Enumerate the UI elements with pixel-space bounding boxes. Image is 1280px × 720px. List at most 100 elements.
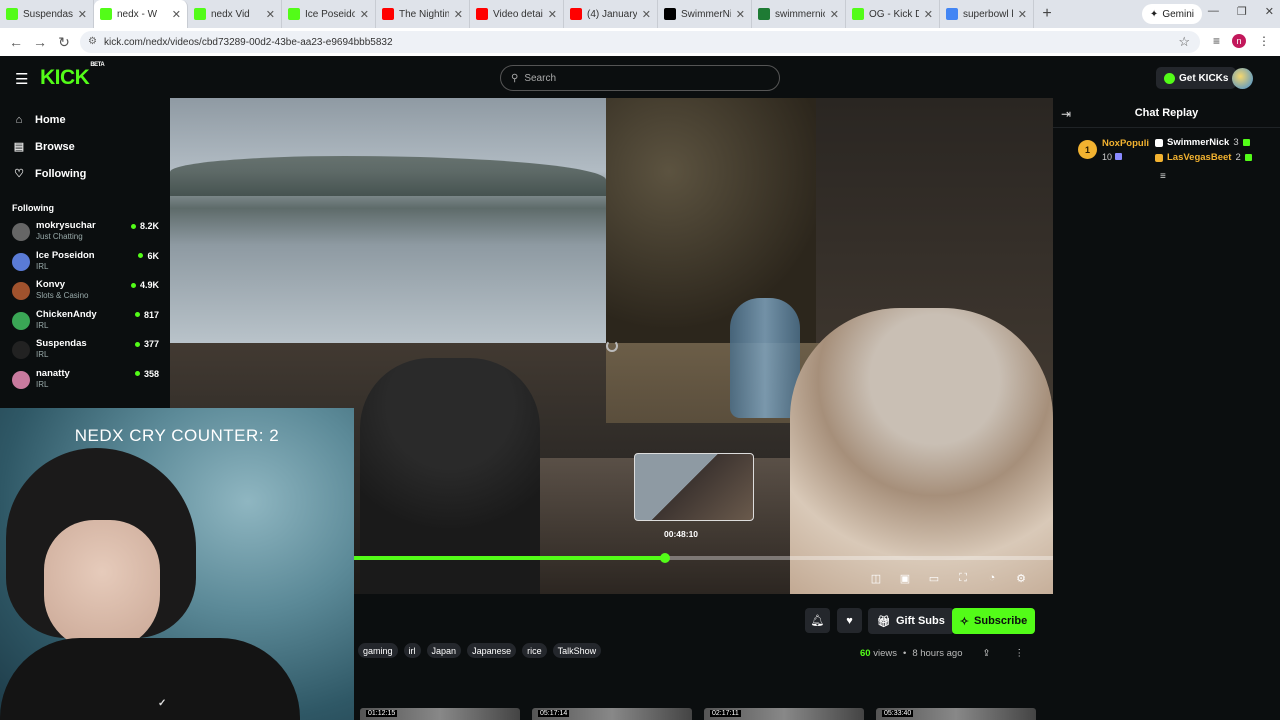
notification-bell-button[interactable]: 🔔︎: [805, 608, 830, 633]
gifter-row[interactable]: LasVegasBeet 2: [1155, 152, 1252, 163]
search-input[interactable]: ⚲ Search: [500, 65, 780, 91]
sidebar-item-browse[interactable]: ▤ Browse: [0, 133, 170, 160]
sidebar: ⌂ Home ▤ Browse ♡ Following Following mokrysu…: [0, 98, 170, 408]
browser-tab[interactable]: SwimmerNick ✕: [658, 0, 752, 28]
related-video-thumbnail[interactable]: 02:17:11: [704, 708, 864, 720]
forward-icon[interactable]: →: [28, 34, 52, 50]
get-kicks-label: Get KICKs: [1179, 72, 1229, 84]
video-duration: 01:12:15: [366, 710, 398, 717]
video-scene-person-right: [790, 308, 1053, 594]
new-tab-button[interactable]: +: [1034, 5, 1060, 23]
following-channel[interactable]: ChickenAndy IRL 817: [0, 306, 170, 336]
window-controls: — ❐ ✕: [1208, 5, 1274, 18]
get-kicks-button[interactable]: Get KICKs: [1156, 67, 1237, 89]
browser-tab[interactable]: superbowl ki ✕: [940, 0, 1034, 28]
sidebar-item-home[interactable]: ⌂ Home: [0, 106, 170, 133]
tab-favicon-icon: [570, 8, 582, 20]
site-info-icon[interactable]: ⚙: [88, 36, 97, 47]
kick-logo[interactable]: KICKBETA: [40, 62, 105, 90]
browser-tab[interactable]: nedx - W ✕: [94, 0, 188, 28]
seek-bar[interactable]: [354, 553, 1053, 563]
following-channel[interactable]: mokrysuchar Just Chatting 8.2K: [0, 217, 170, 247]
following-channel[interactable]: nanatty IRL 358: [0, 365, 170, 395]
following-channel[interactable]: Ice Poseidon IRL 6K: [0, 247, 170, 277]
bookmark-star-icon[interactable]: ☆: [1178, 34, 1190, 50]
browser-tab[interactable]: Suspendas St ✕: [0, 0, 94, 28]
rank-badge: 1: [1078, 140, 1097, 159]
miniplayer-icon[interactable]: ◫: [870, 572, 882, 585]
tab-search-icon[interactable]: ≡: [1213, 34, 1220, 48]
settings-icon[interactable]: ⚙: [1015, 572, 1027, 585]
subscribe-button[interactable]: ✧ Subscribe: [952, 608, 1035, 634]
tag-chip[interactable]: irl: [403, 643, 421, 658]
clip-icon[interactable]: ▣: [899, 572, 911, 585]
search-icon: ⚲: [511, 72, 519, 84]
user-avatar[interactable]: [1232, 68, 1253, 89]
menu-icon[interactable]: ☰: [15, 70, 28, 88]
tab-favicon-icon: [664, 8, 676, 20]
tag-chip[interactable]: Japan: [426, 643, 462, 658]
gemini-icon: ✦: [1149, 8, 1159, 20]
reload-icon[interactable]: ↻: [52, 34, 76, 51]
gemini-button[interactable]: ✦ Gemini: [1141, 4, 1202, 24]
page-root: Suspendas St✕nedx - W✕nedx Vid✕Ice Posei…: [0, 0, 1280, 720]
related-video-thumbnail[interactable]: 05:33:40: [876, 708, 1036, 720]
close-window-icon[interactable]: ✕: [1265, 5, 1274, 18]
related-video-thumbnail[interactable]: 01:12:15: [360, 708, 520, 720]
sidebar-item-label: Browse: [35, 140, 75, 153]
browser-tab[interactable]: The Nighting ✕: [376, 0, 470, 28]
browser-tab[interactable]: nedx Vid ✕: [188, 0, 282, 28]
tab-close-icon[interactable]: ✕: [548, 8, 557, 21]
tab-title: superbowl ki: [963, 8, 1013, 20]
sidebar-item-following[interactable]: ♡ Following: [0, 160, 170, 187]
browser-tab[interactable]: (4) January 8 ✕: [564, 0, 658, 28]
gift-subs-button[interactable]: 🎁︎ Gift Subs: [868, 608, 954, 634]
tab-close-icon[interactable]: ✕: [1018, 8, 1027, 21]
tag-chip[interactable]: TalkShow: [552, 643, 602, 658]
browser-tab[interactable]: swimmernick ✕: [752, 0, 846, 28]
minimize-icon[interactable]: —: [1208, 5, 1219, 18]
tab-title: swimmernick: [775, 8, 825, 20]
tag-chip[interactable]: rice: [522, 643, 547, 658]
bell-icon: 🔔︎: [810, 615, 825, 627]
back-icon[interactable]: ←: [4, 34, 28, 50]
following-channel[interactable]: Konvy Slots & Casino 4.9K: [0, 276, 170, 306]
gifter-row[interactable]: SwimmerNick 3: [1155, 137, 1250, 148]
heart-icon: ♡: [14, 168, 24, 180]
browser-menu-icon[interactable]: ⋮: [1258, 34, 1270, 48]
speed-icon[interactable]: ◔: [986, 572, 998, 585]
tag-chip[interactable]: gaming: [358, 643, 398, 658]
follow-button[interactable]: ♥: [837, 608, 862, 633]
tab-close-icon[interactable]: ✕: [78, 8, 87, 21]
expand-leaderboard-icon[interactable]: ≡: [1160, 171, 1166, 182]
theater-icon[interactable]: ▭: [928, 572, 940, 585]
tab-favicon-icon: [6, 8, 18, 20]
following-channel[interactable]: Suspendas IRL 377: [0, 335, 170, 365]
profile-avatar[interactable]: n: [1232, 34, 1246, 48]
browser-tab[interactable]: Video details ✕: [470, 0, 564, 28]
seek-bar-handle[interactable]: [660, 553, 671, 563]
fullscreen-icon[interactable]: ⛶: [957, 572, 969, 585]
address-bar[interactable]: ⚙ kick.com/nedx/videos/cbd73289-00d2-43b…: [80, 31, 1200, 53]
tab-close-icon[interactable]: ✕: [360, 8, 369, 21]
address-url: kick.com/nedx/videos/cbd73289-00d2-43be-…: [104, 36, 393, 48]
restore-icon[interactable]: ❐: [1237, 5, 1247, 18]
player-controls: ◫ ▣ ▭ ⛶ ◔ ⚙: [870, 572, 1027, 585]
tag-chip[interactable]: Japanese: [467, 643, 517, 658]
browser-tab[interactable]: Ice Poseidon ✕: [282, 0, 376, 28]
tab-close-icon[interactable]: ✕: [454, 8, 463, 21]
tab-close-icon[interactable]: ✕: [924, 8, 933, 21]
tab-close-icon[interactable]: ✕: [266, 8, 275, 21]
tab-close-icon[interactable]: ✕: [172, 8, 181, 21]
tab-close-icon[interactable]: ✕: [830, 8, 839, 21]
more-options-icon[interactable]: ⋮: [1014, 648, 1024, 659]
share-icon[interactable]: ⇪: [983, 648, 991, 659]
tab-close-icon[interactable]: ✕: [642, 8, 651, 21]
top-gifter-name[interactable]: NoxPopuli: [1102, 138, 1149, 149]
subscribe-label: Subscribe: [974, 615, 1028, 627]
tab-close-icon[interactable]: ✕: [736, 8, 745, 21]
related-video-thumbnail[interactable]: 05:17:14: [532, 708, 692, 720]
live-dot-icon: [134, 371, 140, 376]
browser-tab[interactable]: OG - Kick Da ✕: [846, 0, 940, 28]
sidebar-item-label: Following: [35, 167, 87, 180]
